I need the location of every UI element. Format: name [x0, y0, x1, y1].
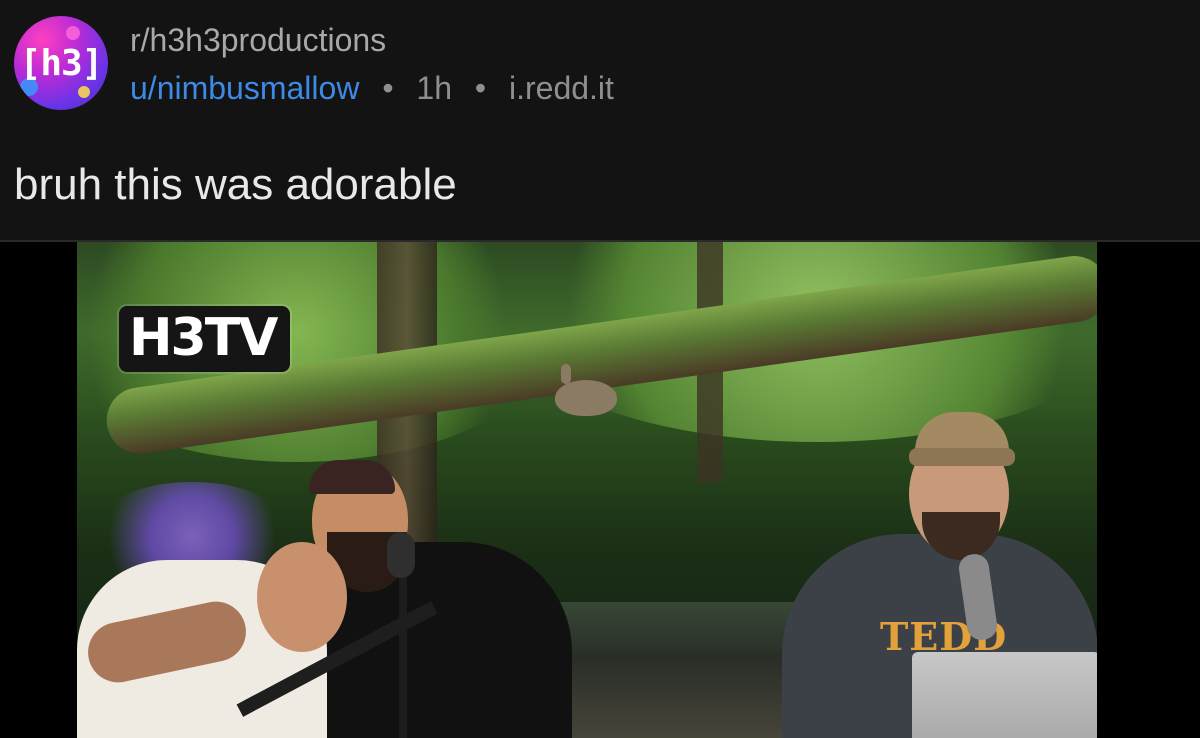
person-left-head	[257, 542, 347, 652]
person-center-cap	[309, 460, 395, 494]
avatar-logo-text: [h3]	[19, 42, 104, 84]
laptop	[912, 652, 1097, 738]
separator-dot-icon: •	[382, 70, 394, 106]
post-meta: u/nimbusmallow • 1h • i.redd.it	[130, 70, 614, 107]
bunny	[555, 364, 617, 416]
h3tv-badge: H3TV	[119, 306, 291, 372]
post-image[interactable]: H3TV TEDD	[0, 242, 1200, 738]
microphone	[387, 532, 415, 578]
post-header: [h3] r/h3h3productions u/nimbusmallow • …	[0, 0, 1200, 240]
post-domain-link[interactable]: i.redd.it	[509, 70, 614, 106]
person-right-cap-brim	[909, 448, 1015, 466]
subreddit-avatar-icon[interactable]: [h3]	[14, 16, 108, 110]
image-content: H3TV TEDD	[77, 242, 1097, 738]
stream	[557, 602, 817, 738]
author-link[interactable]: u/nimbusmallow	[130, 70, 359, 106]
separator-dot-icon: •	[474, 70, 487, 106]
subreddit-link[interactable]: r/h3h3productions	[130, 22, 386, 59]
mic-stand	[399, 572, 407, 738]
post-title[interactable]: bruh this was adorable	[14, 160, 457, 210]
post-age: 1h	[416, 70, 452, 106]
